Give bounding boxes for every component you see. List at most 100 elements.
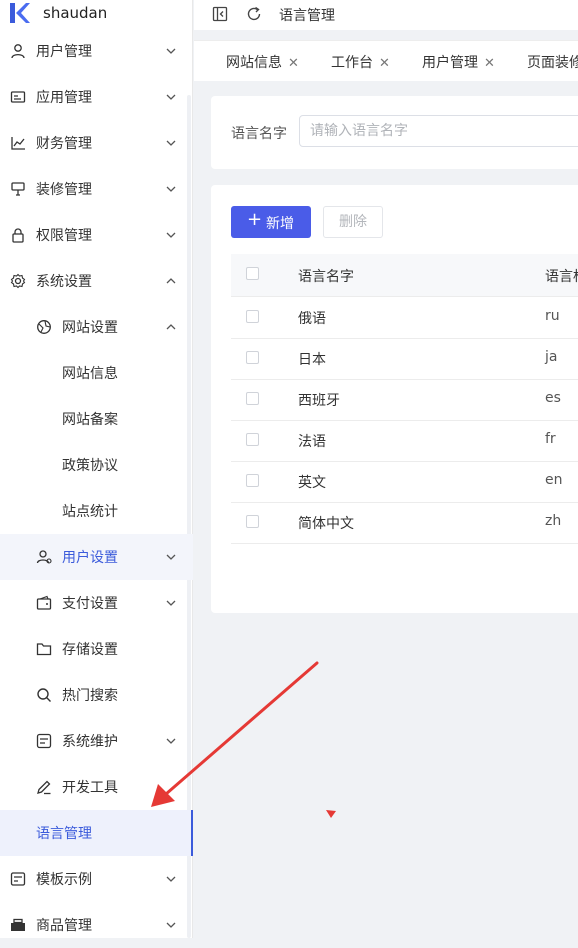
user-icon [11, 44, 25, 59]
table-row[interactable]: 简体中文 zh [231, 502, 578, 544]
sidebar-item-finance[interactable]: 财务管理 [0, 120, 193, 166]
sidebar-item-site-settings[interactable]: 网站设置 [0, 304, 193, 350]
select-all-checkbox[interactable] [246, 267, 259, 280]
sidebar-item-templates[interactable]: 模板示例 [0, 856, 193, 902]
chevron-down-icon [166, 48, 176, 54]
language-name-input[interactable] [299, 115, 578, 147]
chevron-down-icon [166, 94, 176, 100]
sidebar-item-label: 模板示例 [36, 872, 92, 888]
row-checkbox[interactable] [246, 433, 259, 446]
sidebar-item-label: 系统维护 [62, 734, 118, 750]
sidebar: shaudan 用户管理 应用管理 财务管理 装修管理 权限管理 系统设置 网站 [0, 0, 193, 938]
row-checkbox[interactable] [246, 515, 259, 528]
sidebar-item-label: 热门搜索 [62, 688, 118, 704]
sidebar-collapse-icon[interactable] [212, 6, 228, 22]
sidebar-item-label: 网站信息 [62, 366, 118, 382]
cell-language-code: ja [545, 349, 558, 365]
sidebar-item-label: 用户管理 [36, 44, 92, 60]
chevron-down-icon [166, 140, 176, 146]
chevron-down-icon [166, 554, 176, 560]
tab-label: 用户管理 [422, 55, 478, 71]
column-header-code: 语言标识 [545, 269, 578, 285]
table-row[interactable]: 英文 en [231, 461, 578, 503]
sidebar-item-label: 语言管理 [36, 826, 92, 842]
cell-language-name: 法语 [298, 434, 326, 450]
sidebar-item-storage-settings[interactable]: 存储设置 [0, 626, 193, 672]
sidebar-item-hot-search[interactable]: 热门搜索 [0, 672, 193, 718]
refresh-icon[interactable] [246, 6, 262, 22]
paint-icon [11, 182, 25, 196]
table-row[interactable]: 西班牙 es [231, 379, 578, 421]
tab-site-info[interactable]: 网站信息 ✕ [226, 52, 299, 72]
header: 语言管理 [194, 0, 578, 30]
breadcrumb: 语言管理 [279, 8, 335, 24]
folder-icon [36, 643, 52, 656]
chevron-down-icon [166, 876, 176, 882]
sidebar-item-label: 装修管理 [36, 182, 92, 198]
wallet-icon [36, 595, 52, 610]
chevron-down-icon [166, 600, 176, 606]
globe-icon [37, 320, 51, 334]
sidebar-item-maintenance[interactable]: 系统维护 [0, 718, 193, 764]
row-checkbox[interactable] [246, 474, 259, 487]
close-icon[interactable]: ✕ [379, 56, 390, 71]
search-label: 语言名字 [231, 126, 287, 142]
cell-language-code: fr [545, 431, 556, 447]
sidebar-item-label: 支付设置 [62, 596, 118, 612]
sidebar-item-site-icp[interactable]: 网站备案 [0, 396, 193, 442]
close-icon[interactable]: ✕ [288, 56, 299, 71]
chevron-down-icon [166, 186, 176, 192]
active-indicator [191, 810, 193, 856]
lock-icon [12, 228, 24, 243]
sidebar-item-label: 网站设置 [62, 320, 118, 336]
delete-button[interactable]: 删除 [323, 206, 383, 238]
table-header: 语言名字 语言标识 [231, 254, 578, 297]
close-icon[interactable]: ✕ [484, 56, 495, 71]
tab-label: 网站信息 [226, 55, 282, 71]
sidebar-item-system-settings[interactable]: 系统设置 [0, 258, 193, 304]
sidebar-item-site-stats[interactable]: 站点统计 [0, 488, 193, 534]
sidebar-item-policy[interactable]: 政策协议 [0, 442, 193, 488]
sidebar-item-goods[interactable]: 商品管理 [0, 902, 193, 948]
goods-icon [11, 918, 25, 931]
sidebar-item-label: 财务管理 [36, 136, 92, 152]
tab-label: 工作台 [331, 55, 373, 71]
chart-icon [11, 137, 25, 150]
search-form: 语言名字 [211, 96, 578, 169]
tab-page-decoration[interactable]: 页面装修 [527, 52, 578, 72]
chevron-up-icon [166, 324, 176, 330]
logo[interactable]: shaudan [0, 0, 193, 28]
row-checkbox[interactable] [246, 392, 259, 405]
row-checkbox[interactable] [246, 310, 259, 323]
users-icon [36, 550, 52, 564]
table-row[interactable]: 俄语 ru [231, 297, 578, 339]
chevron-up-icon [166, 278, 176, 284]
cell-language-name: 俄语 [298, 311, 326, 327]
gear-icon [10, 273, 26, 289]
sidebar-item-user-settings[interactable]: 用户设置 [0, 534, 193, 580]
tab-label: 页面装修 [527, 55, 578, 71]
table-row[interactable]: 日本 ja [231, 338, 578, 380]
cell-language-code: zh [545, 513, 562, 529]
app-icon [10, 91, 26, 103]
sidebar-item-site-info[interactable]: 网站信息 [0, 350, 193, 396]
chevron-down-icon [166, 738, 176, 744]
sidebar-item-language-management[interactable]: 语言管理 [0, 810, 193, 856]
sidebar-item-payment-settings[interactable]: 支付设置 [0, 580, 193, 626]
template-icon [10, 872, 26, 886]
row-checkbox[interactable] [246, 351, 259, 364]
sidebar-item-label: 权限管理 [36, 228, 92, 244]
sidebar-item-label: 系统设置 [36, 274, 92, 290]
sidebar-item-dev-tools[interactable]: 开发工具 [0, 764, 193, 810]
table-row[interactable]: 法语 fr [231, 420, 578, 462]
sidebar-item-decoration[interactable]: 装修管理 [0, 166, 193, 212]
sidebar-item-app-management[interactable]: 应用管理 [0, 74, 193, 120]
sidebar-item-permissions[interactable]: 权限管理 [0, 212, 193, 258]
add-button-label: 新增 [266, 216, 294, 232]
tab-workbench[interactable]: 工作台 ✕ [331, 52, 390, 72]
tab-user-management[interactable]: 用户管理 ✕ [422, 52, 495, 72]
column-header-name: 语言名字 [298, 269, 354, 285]
cell-language-code: ru [545, 308, 560, 324]
add-button[interactable]: + 新增 [231, 206, 311, 238]
sidebar-item-user-management[interactable]: 用户管理 [0, 28, 193, 74]
